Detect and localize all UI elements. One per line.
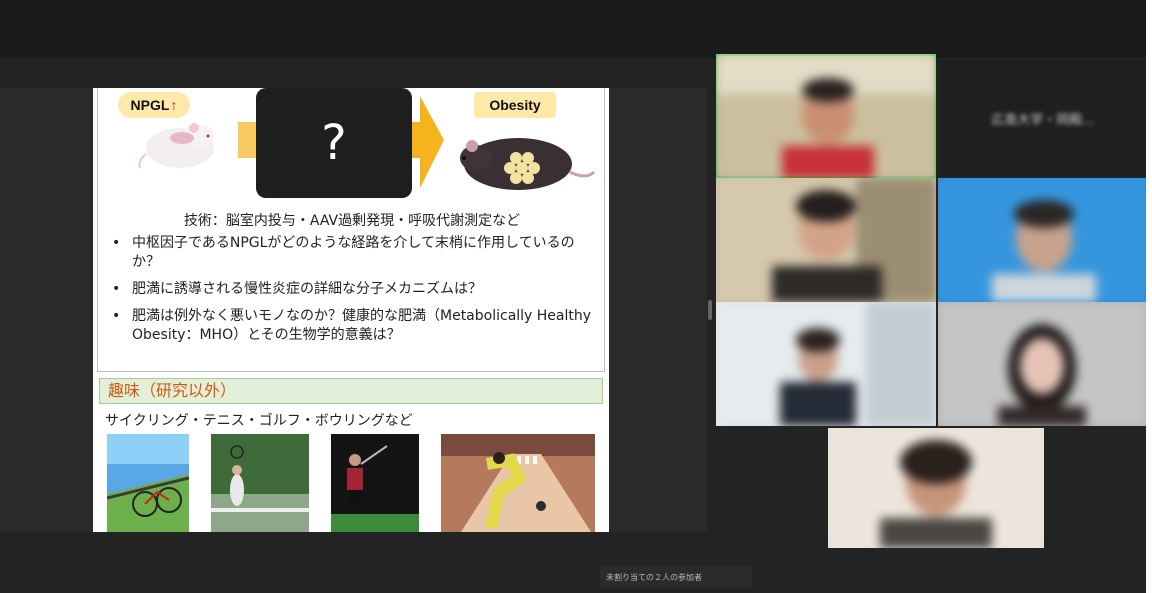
participant-video-tile[interactable] [716, 302, 936, 426]
research-questions-list: 中枢因子であるNPGLがどのような経路を介して末梢に作用しているのか？ 肥満に誘… [110, 234, 600, 353]
status-text: 未割り当ての２人の参加者 [606, 572, 702, 582]
obese-mouse-image [460, 138, 596, 190]
participant-video-tile[interactable] [828, 428, 1044, 548]
window-edge [1146, 0, 1152, 593]
hobby-header: 趣味（研究以外） [99, 378, 603, 404]
participant-video-tile[interactable] [716, 178, 936, 302]
bowling-photo [441, 434, 595, 532]
unassigned-participants-status[interactable]: 未割り当ての２人の参加者 [600, 566, 752, 588]
shared-slide: NPGL ↑ ? Obesity 技術：脳室内投与・AAV過剰発現・呼吸代謝測定… [93, 88, 609, 532]
hobby-list-text: サイクリング・テニス・ゴルフ・ボウリングなど [105, 413, 413, 429]
obesity-badge: Obesity [474, 92, 556, 118]
list-item: 中枢因子であるNPGLがどのような経路を介して末梢に作用しているのか？ [110, 234, 600, 272]
participant-video-tile[interactable] [938, 302, 1146, 426]
participant-name-tile[interactable]: 広島大学・岡殿... [940, 60, 1146, 176]
white-mouse-image [138, 123, 214, 169]
npgl-label: NPGL [130, 97, 170, 113]
question-box: ? [256, 88, 412, 198]
cycling-photo [107, 434, 189, 532]
participant-video-tile[interactable] [938, 178, 1146, 302]
golf-photo [331, 434, 419, 532]
list-item: 肥満に誘導される慢性炎症の詳細な分子メカニズムは？ [110, 280, 600, 299]
participant-name-label: 広島大学・岡殿... [991, 112, 1095, 128]
resize-handle[interactable] [708, 300, 712, 320]
tennis-photo [211, 434, 309, 532]
participant-video-tile[interactable] [716, 54, 936, 178]
list-item: 肥満は例外なく悪いモノなのか？健康的な肥満（Metabolically Heal… [110, 307, 600, 345]
slide-research-panel: NPGL ↑ ? Obesity 技術：脳室内投与・AAV過剰発現・呼吸代謝測定… [97, 88, 605, 372]
zoom-meeting-window: NPGL ↑ ? Obesity 技術：脳室内投与・AAV過剰発現・呼吸代謝測定… [0, 0, 1152, 593]
up-arrow-icon: ↑ [170, 97, 178, 113]
techniques-text: 技術：脳室内投与・AAV過剰発現・呼吸代謝測定など [183, 213, 521, 229]
